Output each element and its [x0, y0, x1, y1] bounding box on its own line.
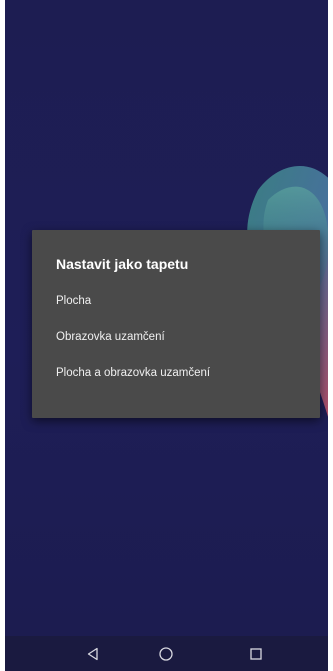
option-home-and-lock-screen[interactable]: Plocha a obrazovka uzamčení [32, 356, 320, 392]
option-lock-screen[interactable]: Obrazovka uzamčení [32, 320, 320, 356]
wallpaper-preview: Nastavit jako tapetu Plocha Obrazovka uz… [5, 0, 328, 636]
home-circle-icon [159, 646, 173, 661]
dialog-title: Nastavit jako tapetu [56, 256, 189, 272]
device-frame: Nastavit jako tapetu Plocha Obrazovka uz… [0, 0, 333, 671]
recents-button[interactable] [226, 636, 286, 671]
set-wallpaper-dialog: Nastavit jako tapetu Plocha Obrazovka uz… [32, 230, 320, 418]
option-home-and-lock-screen-label: Plocha a obrazovka uzamčení [56, 367, 211, 379]
option-lock-screen-label: Obrazovka uzamčení [56, 331, 165, 343]
option-home-screen-label: Plocha [56, 295, 92, 307]
back-triangle-icon [87, 647, 98, 660]
recents-square-icon [250, 647, 262, 660]
option-home-screen[interactable]: Plocha [32, 284, 320, 320]
navigation-bar [5, 636, 328, 671]
home-button[interactable] [136, 636, 196, 671]
back-button[interactable] [63, 636, 123, 671]
